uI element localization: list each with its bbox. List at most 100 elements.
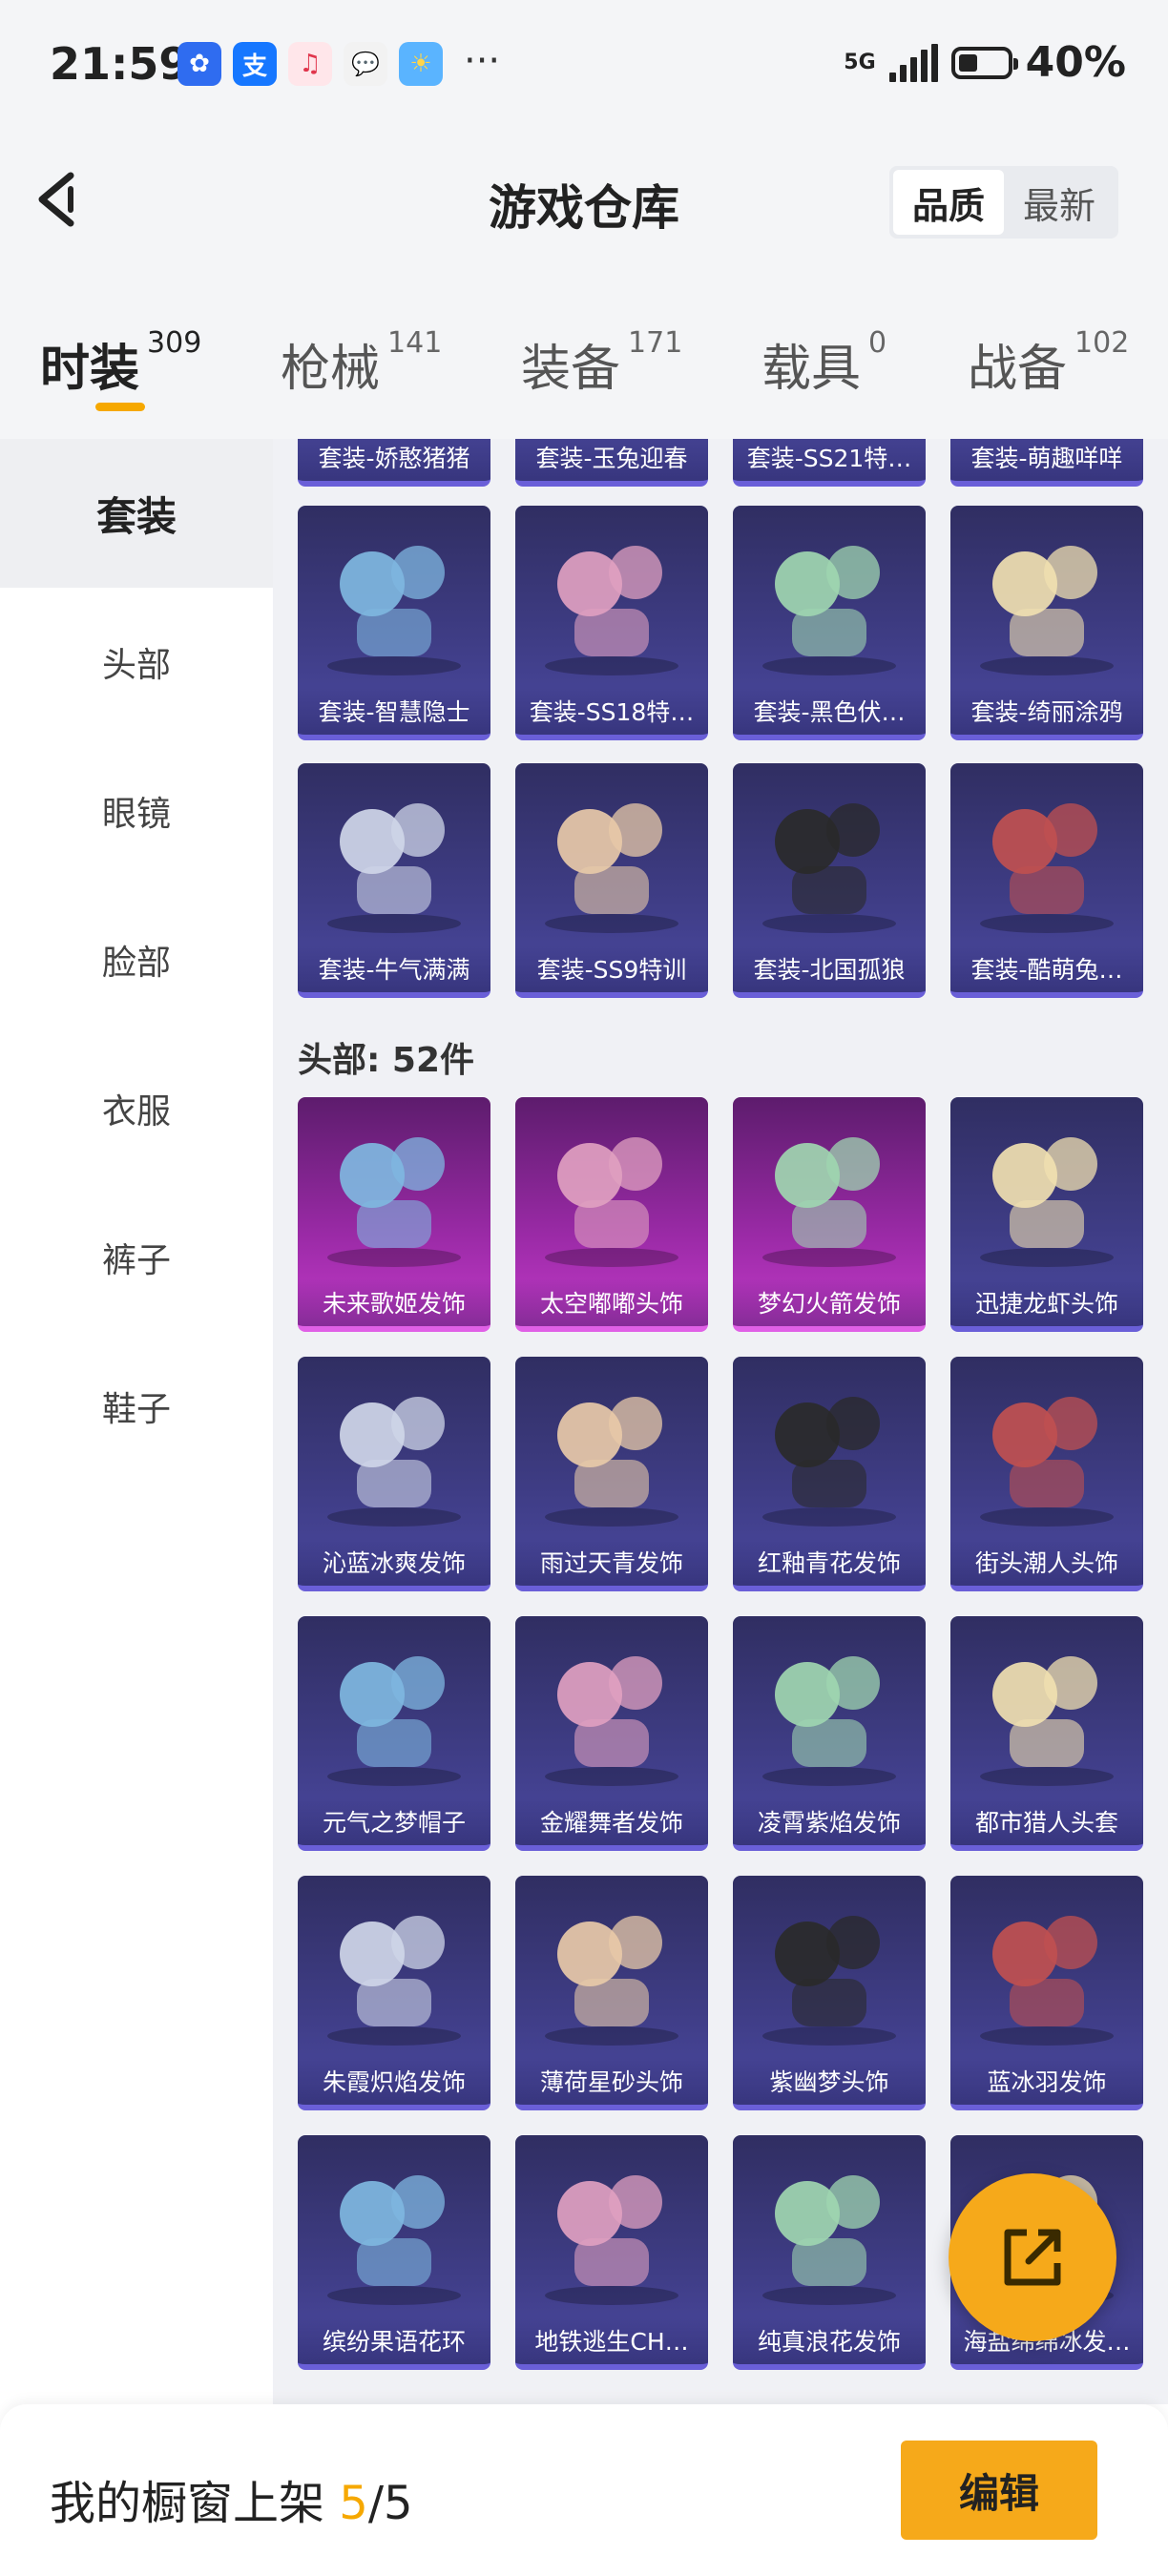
tab-equipment[interactable]: 装备 171 (521, 326, 682, 400)
item-grid: 头部: 52件 套装-娇憨猪猪 套装-玉兔迎春 套装-SS21特… 套装-萌趣咩咩 套装… (273, 439, 1168, 2404)
sort-toggle: 品质 最新 (888, 166, 1118, 239)
item-card[interactable]: 朱霞炽焰发饰 (298, 1876, 490, 2110)
tab-label: 时装 (40, 341, 140, 398)
item-card[interactable]: 缤纷果语花环 (298, 2135, 490, 2370)
item-card[interactable]: 套装-SS21特… (733, 439, 926, 487)
item-name: 套装-玉兔迎春 (515, 439, 708, 481)
item-thumbnail (327, 803, 461, 933)
item-name: 凌霄紫焰发饰 (733, 1797, 926, 1845)
item-name: 薄荷星砂头饰 (515, 2057, 708, 2105)
item-thumbnail (327, 546, 461, 675)
item-card[interactable]: 未来歌姬发饰 (298, 1097, 490, 1332)
item-thumbnail (762, 1656, 896, 1786)
item-thumbnail (980, 1656, 1114, 1786)
item-card[interactable]: 元气之梦帽子 (298, 1616, 490, 1851)
showcase-status: 我的橱窗上架 5/5 (50, 2465, 413, 2532)
item-thumbnail (980, 546, 1114, 675)
item-thumbnail (980, 1397, 1114, 1527)
item-card[interactable]: 套装-牛气满满 (298, 763, 490, 998)
tab-label: 载具 (761, 341, 862, 398)
item-card[interactable]: 套装-智慧隐士 (298, 506, 490, 740)
sidebar-item-pants[interactable]: 裤子 (0, 1183, 273, 1332)
item-thumbnail (545, 1397, 678, 1527)
item-card[interactable]: 套装-黑色伏… (733, 506, 926, 740)
sidebar-item-shoes[interactable]: 鞋子 (0, 1332, 273, 1481)
tab-fashion[interactable]: 时装 309 (40, 326, 202, 400)
item-name: 元气之梦帽子 (298, 1797, 490, 1845)
item-thumbnail (980, 1916, 1114, 2046)
item-name: 未来歌姬发饰 (298, 1278, 490, 1326)
item-card[interactable]: 凌霄紫焰发饰 (733, 1616, 926, 1851)
item-thumbnail (327, 1397, 461, 1527)
game-center-icon: ✿ (177, 42, 221, 86)
item-card[interactable]: 都市猎人头套 (950, 1616, 1143, 1851)
item-card[interactable]: 套装-SS18特… (515, 506, 708, 740)
item-name: 套装-娇憨猪猪 (298, 439, 490, 481)
item-name: 套装-北国孤狼 (733, 945, 926, 992)
item-thumbnail (545, 803, 678, 933)
battery-level (958, 53, 977, 72)
sidebar-item-head[interactable]: 头部 (0, 588, 273, 737)
item-card[interactable]: 太空嘟嘟头饰 (515, 1097, 708, 1332)
sidebar-item-suits[interactable]: 套装 (0, 439, 273, 588)
sort-quality-option[interactable]: 品质 (892, 170, 1004, 235)
notification-icons: ✿ 支 ♫ 💬 ☀ ··· (177, 42, 500, 86)
item-card[interactable]: 套装-娇憨猪猪 (298, 439, 490, 487)
sidebar-item-clothes[interactable]: 衣服 (0, 1034, 273, 1183)
item-card[interactable]: 紫幽梦头饰 (733, 1876, 926, 2110)
item-card[interactable]: 雨过天青发饰 (515, 1357, 708, 1591)
tab-guns[interactable]: 枪械 141 (281, 326, 442, 400)
item-name: 套装-牛气满满 (298, 945, 490, 992)
item-card[interactable]: 套装-酷萌兔… (950, 763, 1143, 998)
item-name: 套装-SS9特训 (515, 945, 708, 992)
item-name: 套装-智慧隐士 (298, 687, 490, 735)
alipay-icon: 支 (233, 42, 277, 86)
share-button[interactable] (949, 2173, 1116, 2341)
item-thumbnail (980, 803, 1114, 933)
tab-count: 102 (1074, 326, 1130, 360)
sort-newest-option[interactable]: 最新 (1004, 170, 1115, 235)
item-thumbnail (762, 1137, 896, 1267)
item-name: 套装-酷萌兔… (950, 945, 1143, 992)
item-name: 迅捷龙虾头饰 (950, 1278, 1143, 1326)
item-name: 梦幻火箭发饰 (733, 1278, 926, 1326)
item-name: 街头潮人头饰 (950, 1538, 1143, 1586)
item-thumbnail (327, 1916, 461, 2046)
showcase-total: 5 (384, 2477, 413, 2530)
item-card[interactable]: 薄荷星砂头饰 (515, 1876, 708, 2110)
item-card[interactable]: 蓝冰羽发饰 (950, 1876, 1143, 2110)
item-card[interactable]: 套装-SS9特训 (515, 763, 708, 998)
sidebar-item-face[interactable]: 脸部 (0, 885, 273, 1034)
item-thumbnail (327, 2175, 461, 2305)
showcase-separator: / (367, 2477, 384, 2530)
item-thumbnail (545, 1656, 678, 1786)
item-name: 蓝冰羽发饰 (950, 2057, 1143, 2105)
item-name: 套装-黑色伏… (733, 687, 926, 735)
item-card[interactable]: 梦幻火箭发饰 (733, 1097, 926, 1332)
tab-count: 0 (868, 326, 887, 360)
item-card[interactable]: 沁蓝冰爽发饰 (298, 1357, 490, 1591)
showcase-footer: 我的橱窗上架 5/5 编辑 (0, 2404, 1168, 2576)
item-card[interactable]: 红釉青花发饰 (733, 1357, 926, 1591)
item-card[interactable]: 街头潮人头饰 (950, 1357, 1143, 1591)
item-name: 红釉青花发饰 (733, 1538, 926, 1586)
sidebar-item-glasses[interactable]: 眼镜 (0, 737, 273, 885)
item-thumbnail (980, 1137, 1114, 1267)
tab-count: 309 (147, 326, 202, 360)
item-name: 套装-SS21特… (733, 439, 926, 481)
tab-battle-prep[interactable]: 战备 102 (968, 326, 1130, 400)
edit-button[interactable]: 编辑 (901, 2441, 1097, 2540)
item-card[interactable]: 套装-萌趣咩咩 (950, 439, 1143, 487)
item-card[interactable]: 纯真浪花发饰 (733, 2135, 926, 2370)
tab-vehicles[interactable]: 载具 0 (761, 326, 887, 400)
tab-label: 装备 (521, 341, 621, 398)
item-card[interactable]: 地铁逃生CH… (515, 2135, 708, 2370)
item-thumbnail (545, 1137, 678, 1267)
item-card[interactable]: 金耀舞者发饰 (515, 1616, 708, 1851)
share-external-icon (1004, 2229, 1061, 2286)
item-card[interactable]: 套装-北国孤狼 (733, 763, 926, 998)
item-card[interactable]: 套装-玉兔迎春 (515, 439, 708, 487)
item-name: 地铁逃生CH… (515, 2316, 708, 2364)
item-card[interactable]: 迅捷龙虾头饰 (950, 1097, 1143, 1332)
item-card[interactable]: 套装-绮丽涂鸦 (950, 506, 1143, 740)
